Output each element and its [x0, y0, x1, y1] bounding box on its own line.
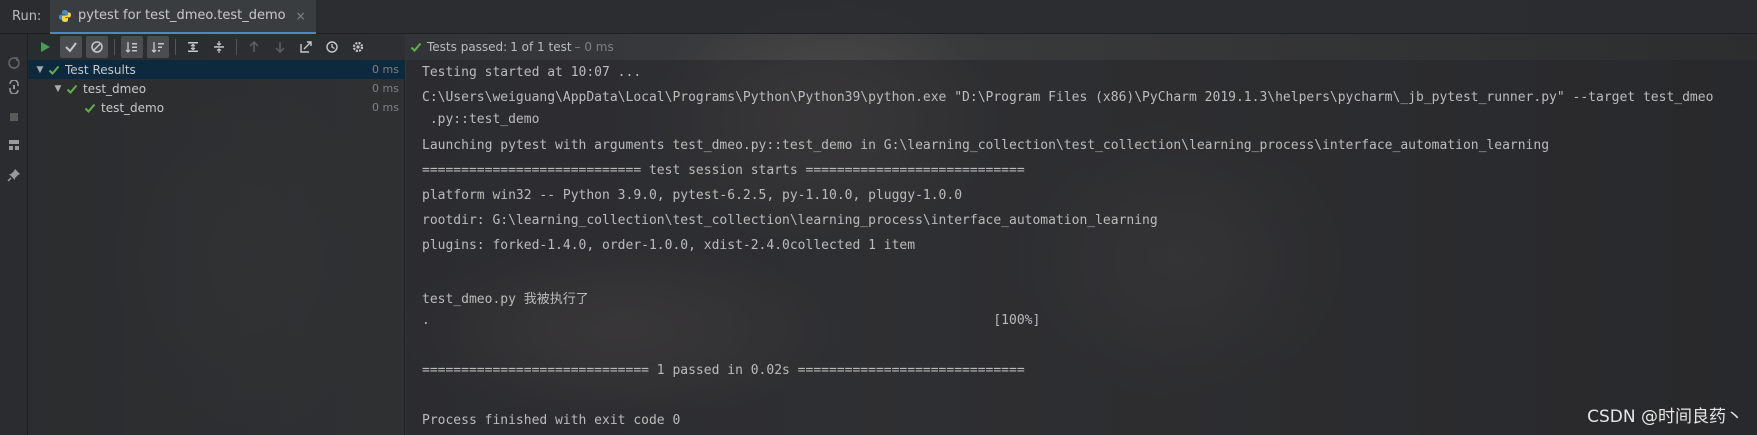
pin-icon[interactable]	[7, 168, 21, 182]
show-ignored-button[interactable]	[86, 36, 108, 58]
watermark: CSDN @时间良药丶	[1587, 407, 1743, 427]
console-line: test_dmeo.py 我被执行了	[422, 292, 589, 307]
expand-all-icon	[188, 42, 198, 52]
show-passed-button[interactable]	[60, 36, 82, 58]
console-output[interactable]: Testing started at 10:07 ... C:\Users\we…	[406, 60, 1757, 435]
run-icon	[41, 42, 50, 52]
tree-item-label: test_demo	[101, 100, 165, 115]
left-toolbar	[0, 34, 28, 435]
tree-item-time: 0 ms	[372, 63, 399, 76]
close-tab-icon[interactable]: ×	[296, 9, 306, 23]
pass-check-icon	[64, 83, 80, 95]
run-tab[interactable]: pytest for test_dmeo.test_demo ×	[50, 0, 316, 34]
console-line: . [100%]	[422, 313, 1041, 328]
collapse-all-icon	[214, 41, 224, 53]
chevron-down-icon[interactable]: ▼	[52, 84, 64, 94]
run-tab-title: pytest for test_dmeo.test_demo	[78, 8, 286, 23]
chevron-down-icon[interactable]: ▼	[34, 65, 46, 75]
console-line: Testing started at 10:07 ...	[422, 65, 642, 80]
console-line: ============================= 1 passed i…	[422, 363, 1025, 378]
settings-icon	[352, 41, 364, 53]
rerun-failed-icon[interactable]	[7, 56, 21, 70]
console-line: Process finished with exit code 0	[422, 413, 681, 428]
show-passed-icon	[65, 42, 77, 53]
next-failed-icon	[275, 42, 285, 54]
layout-icon[interactable]	[7, 138, 21, 152]
export-icon	[300, 41, 312, 53]
test-status: Tests passed: 1 of 1 test – 0 ms	[410, 34, 614, 60]
console-line: rootdir: G:\learning_collection\test_col…	[422, 213, 1158, 228]
sort-alpha-button[interactable]	[121, 36, 143, 58]
console-line: C:\Users\weiguang\AppData\Local\Programs…	[422, 90, 1714, 105]
status-time: – 0 ms	[574, 40, 614, 54]
toolbar-separator	[175, 39, 176, 55]
status-passed-label: Tests passed:	[427, 40, 508, 54]
console-line: ============================ test sessio…	[422, 163, 1025, 178]
console-line: Launching pytest with arguments test_dme…	[422, 138, 1550, 153]
toolbar-separator	[236, 39, 237, 55]
tree-item-test-dmeo[interactable]: ▼ test_dmeo 0 ms	[28, 79, 405, 98]
console-line: .py::test_demo	[422, 112, 540, 127]
tree-item-test-results[interactable]: ▼ Test Results 0 ms	[28, 60, 405, 79]
settings-button[interactable]	[347, 36, 369, 58]
pass-check-icon	[46, 64, 62, 76]
sort-alpha-icon	[125, 42, 137, 53]
show-ignored-icon	[91, 41, 103, 53]
test-results-tree: ▼ Test Results 0 ms ▼ test_dmeo 0 ms tes…	[28, 60, 405, 435]
toolbar-separator	[114, 39, 115, 55]
tree-item-time: 0 ms	[372, 82, 399, 95]
status-count: 1 of 1 test	[510, 40, 572, 54]
python-icon	[59, 9, 71, 22]
run-button[interactable]	[34, 36, 56, 58]
tree-item-label: test_dmeo	[83, 81, 147, 96]
prev-failed-button[interactable]	[243, 36, 265, 58]
console-line: platform win32 -- Python 3.9.0, pytest-6…	[422, 188, 963, 203]
check-icon	[410, 42, 422, 52]
history-icon	[326, 41, 338, 53]
run-tab-bar: Run: pytest for test_dmeo.test_demo ×	[0, 0, 1757, 34]
collapse-all-button[interactable]	[208, 36, 230, 58]
tree-item-test-demo[interactable]: test_demo 0 ms	[28, 98, 405, 117]
history-button[interactable]	[321, 36, 343, 58]
next-failed-button[interactable]	[269, 36, 291, 58]
tree-item-label: Test Results	[65, 62, 136, 77]
test-toolbar	[28, 34, 405, 60]
expand-all-button[interactable]	[182, 36, 204, 58]
pass-check-icon	[82, 102, 98, 114]
sort-duration-icon	[151, 42, 164, 53]
stop-icon[interactable]	[7, 110, 21, 124]
toggle-auto-test-icon[interactable]	[7, 80, 21, 94]
prev-failed-icon	[249, 40, 259, 52]
export-button[interactable]	[295, 36, 317, 58]
console-line: plugins: forked-1.4.0, order-1.0.0, xdis…	[422, 238, 916, 253]
run-label: Run:	[12, 9, 42, 24]
sort-duration-button[interactable]	[147, 36, 169, 58]
tree-item-time: 0 ms	[372, 101, 399, 114]
